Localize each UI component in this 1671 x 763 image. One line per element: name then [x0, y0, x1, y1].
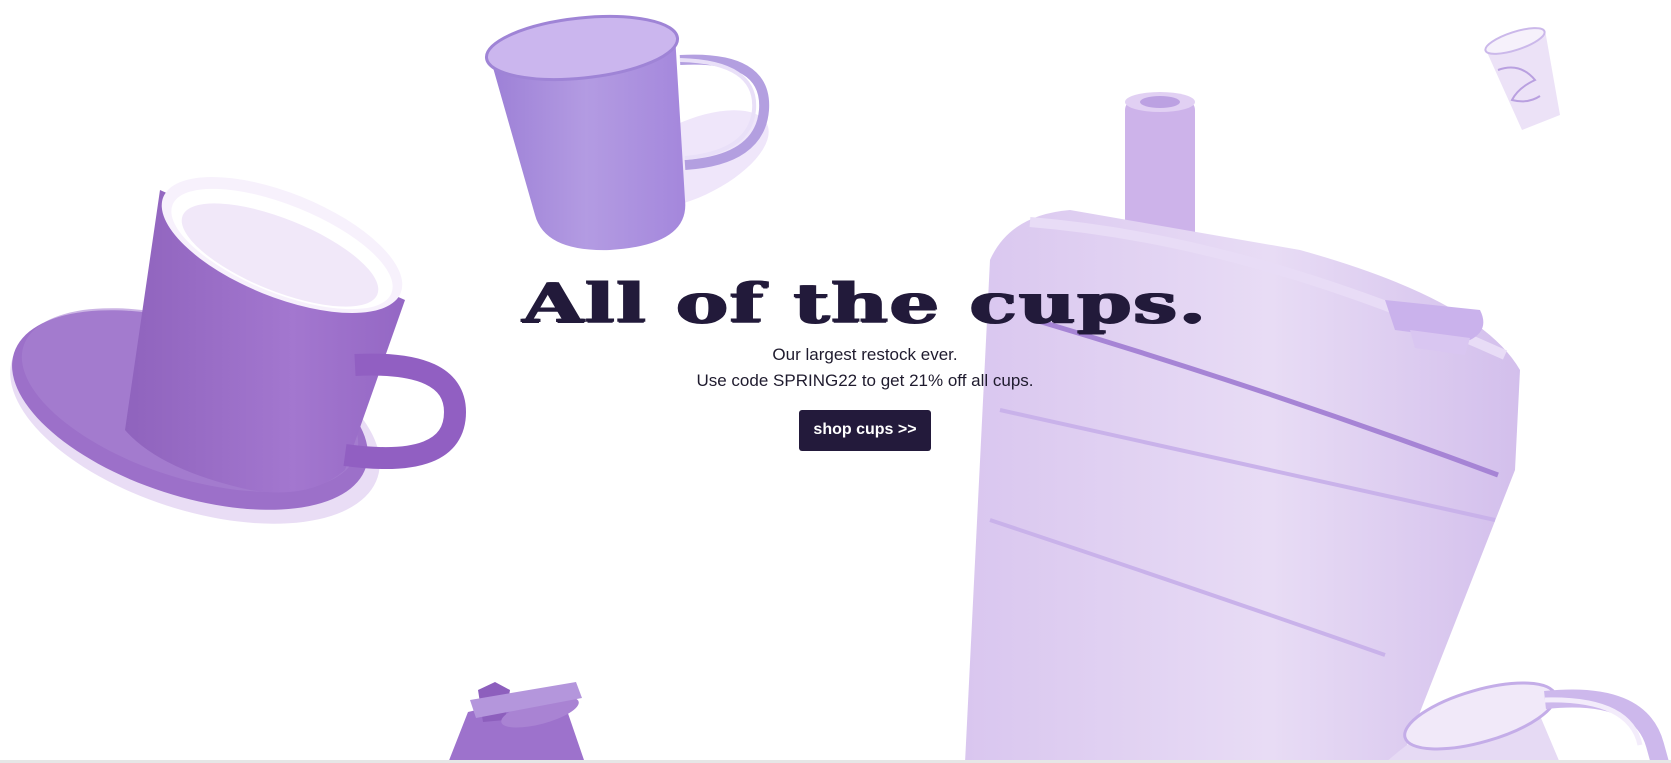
shop-cups-button[interactable]: shop cups >> — [799, 410, 931, 451]
small-paper-cup-image — [1484, 27, 1560, 130]
hero-banner: All of the cups. Our largest restock eve… — [0, 0, 1671, 763]
sippy-cup-image — [448, 682, 585, 763]
hero-subline-restock: Our largest restock ever. — [772, 345, 958, 364]
hero-headline: All of the cups. — [522, 271, 1208, 335]
glass-mug-image — [484, 15, 770, 251]
hero-copy: All of the cups. Our largest restock eve… — [0, 270, 1671, 451]
hero-subline-promo-code: Use code SPRING22 to get 21% off all cup… — [696, 371, 1034, 390]
